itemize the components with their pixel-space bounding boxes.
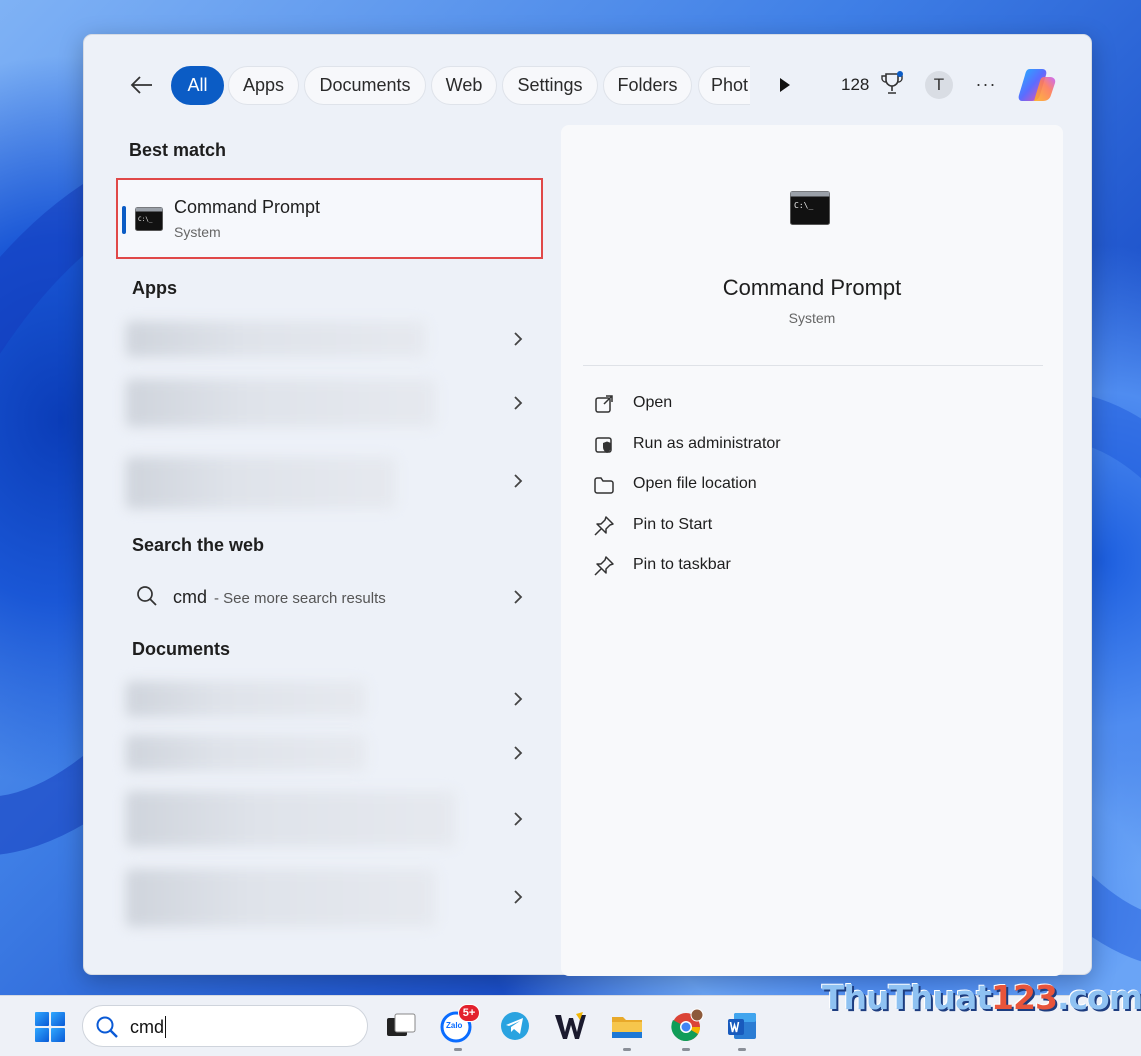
blurred-content (126, 869, 436, 927)
arrow-left-icon (130, 76, 152, 94)
chevron-right-icon (510, 471, 526, 491)
action-run-as-administrator[interactable]: Run as administrator (593, 428, 1013, 460)
action-open[interactable]: Open (593, 387, 1013, 419)
best-match-command-prompt[interactable]: C:\_ Command Prompt System (116, 178, 543, 259)
apps-heading: Apps (132, 278, 177, 298)
blurred-content (126, 321, 426, 357)
filter-web[interactable]: Web (431, 66, 497, 105)
chevron-right-icon (510, 689, 526, 709)
copilot-icon[interactable] (1016, 65, 1058, 105)
action-label: Open (633, 394, 673, 411)
filter-all[interactable]: All (171, 66, 224, 105)
best-match-heading: Best match (129, 140, 227, 160)
list-item[interactable] (126, 375, 538, 433)
word-icon[interactable] (724, 1008, 760, 1044)
action-pin-to-taskbar[interactable]: Pin to taskbar (593, 549, 1013, 581)
watermark-text: ThuThuat (822, 978, 992, 1017)
search-text: cmd (130, 1017, 165, 1037)
list-item[interactable] (126, 731, 538, 777)
avatar[interactable]: T (925, 71, 953, 99)
winrar-w-icon[interactable] (552, 1008, 588, 1044)
web-query-suffix: - See more search results (214, 590, 386, 607)
search-panel: All Apps Documents Web Settings Folders … (83, 34, 1093, 976)
back-button[interactable] (128, 71, 156, 99)
filter-folders[interactable]: Folders (603, 66, 692, 105)
open-external-icon (595, 395, 613, 413)
list-item[interactable] (126, 317, 538, 363)
search-icon (96, 1016, 118, 1038)
svg-text:C:\_: C:\_ (138, 216, 153, 223)
chrome-icon[interactable] (668, 1008, 704, 1044)
cmd-icon: C:\_ (790, 191, 830, 225)
chevron-right-icon (510, 393, 526, 413)
best-match-name: Command Prompt (174, 197, 321, 217)
blurred-content (126, 457, 396, 509)
filter-bar: All Apps Documents Web Settings Folders … (84, 35, 1093, 125)
chevron-right-icon (510, 329, 526, 349)
taskbar-search-input[interactable]: cmd (82, 1005, 368, 1047)
pin-icon (594, 556, 614, 576)
zalo-app[interactable]: Zalo 5+ (440, 1004, 480, 1044)
blurred-content (126, 379, 436, 427)
action-pin-to-start[interactable]: Pin to Start (593, 509, 1013, 541)
pin-icon (594, 516, 614, 536)
svg-text:C:\_: C:\_ (794, 201, 813, 210)
rewards-points: 128 (841, 75, 870, 94)
search-web-heading: Search the web (132, 535, 265, 555)
list-item[interactable] (126, 453, 538, 513)
best-match-type: System (174, 224, 221, 240)
watermark-suffix: .com (1056, 978, 1141, 1017)
detail-pane: C:\_ Command Prompt System Open Run as a… (561, 125, 1063, 976)
selection-indicator (122, 206, 126, 234)
divider (583, 365, 1043, 366)
filter-photos[interactable]: Phot (698, 66, 750, 105)
zalo-label: Zalo (446, 1021, 463, 1030)
action-label: Run as administrator (633, 435, 781, 452)
task-view-icon[interactable] (383, 1008, 419, 1044)
text-cursor (165, 1016, 166, 1038)
telegram-icon[interactable] (497, 1008, 533, 1044)
detail-type: System (788, 310, 836, 326)
scroll-filters-play-icon[interactable] (774, 75, 794, 95)
watermark-number: 123 (991, 978, 1058, 1017)
site-watermark: ThuThuat123.com (822, 978, 1141, 1018)
trophy-icon[interactable] (880, 71, 904, 97)
shield-admin-icon (595, 437, 612, 453)
list-item[interactable] (126, 677, 538, 723)
blurred-content (126, 791, 456, 847)
search-icon (137, 586, 157, 606)
detail-title: Command Prompt (722, 275, 902, 300)
filter-documents[interactable]: Documents (304, 66, 426, 105)
action-label: Open file location (633, 475, 757, 492)
filter-apps[interactable]: Apps (228, 66, 299, 105)
windows-start-icon[interactable] (33, 1010, 67, 1044)
running-indicator (623, 1048, 631, 1051)
list-item[interactable] (126, 865, 538, 931)
chevron-right-icon (510, 587, 526, 607)
web-query: cmd (173, 587, 208, 607)
action-label: Pin to Start (633, 516, 713, 533)
list-item[interactable] (126, 787, 538, 851)
more-options-button[interactable]: ··· (973, 71, 999, 97)
chevron-right-icon (510, 743, 526, 763)
notification-badge: 5+ (458, 1004, 480, 1022)
web-search-result[interactable]: cmd - See more search results (126, 577, 536, 617)
cmd-icon: C:\_ (135, 207, 163, 231)
filter-settings[interactable]: Settings (502, 66, 598, 105)
running-indicator (682, 1048, 690, 1051)
running-indicator (454, 1048, 462, 1051)
running-indicator (738, 1048, 746, 1051)
documents-heading: Documents (132, 639, 231, 659)
action-label: Pin to taskbar (633, 556, 731, 573)
folder-icon (594, 477, 614, 494)
blurred-content (126, 681, 366, 717)
action-open-file-location[interactable]: Open file location (593, 468, 1013, 500)
blurred-content (126, 735, 366, 771)
file-explorer-icon[interactable] (609, 1008, 645, 1044)
chevron-right-icon (510, 887, 526, 907)
chevron-right-icon (510, 809, 526, 829)
